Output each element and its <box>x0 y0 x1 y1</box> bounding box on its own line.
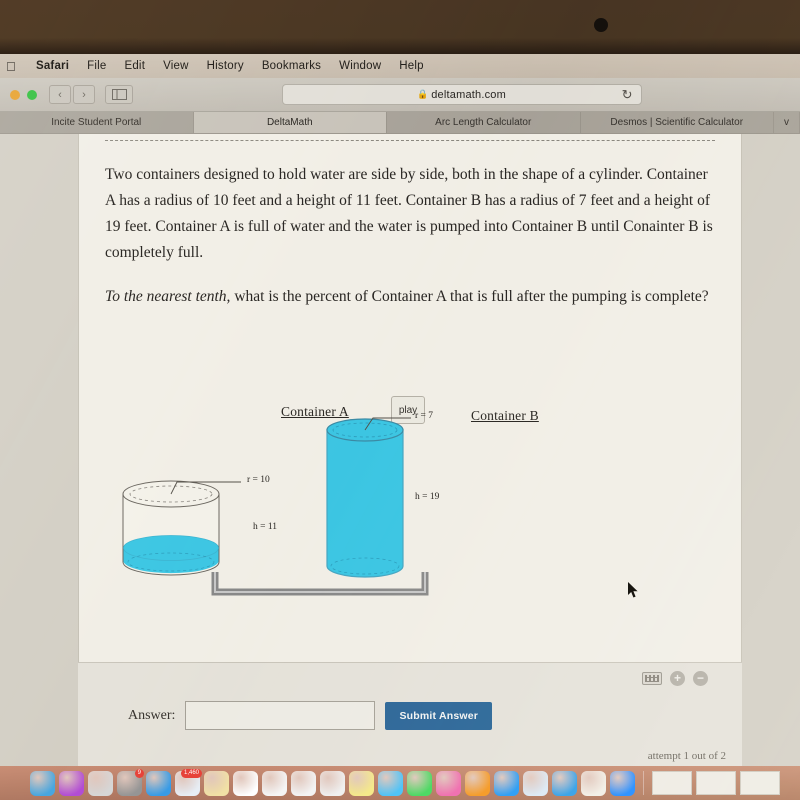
menu-item-safari[interactable]: Safari <box>36 60 69 72</box>
dock-icon-finder[interactable] <box>30 770 55 796</box>
minimize-window-button[interactable] <box>27 89 37 100</box>
question-text: Two containers designed to hold water ar… <box>105 162 719 328</box>
lock-icon: 🔒 <box>417 89 429 99</box>
tab-incite-student-portal[interactable]: Incite Student Portal <box>0 112 194 133</box>
tab-strip: Incite Student Portal DeltaMath Arc Leng… <box>0 112 800 134</box>
question-paragraph-2: To the nearest tenth, what is the percen… <box>105 284 719 310</box>
apple-logo-icon[interactable]:  <box>6 59 16 74</box>
macos-menubar:  Safari File Edit View History Bookmark… <box>0 54 800 78</box>
question-rest: what is the percent of Container A that … <box>230 288 709 305</box>
container-b-shape <box>326 418 404 578</box>
dock-icon-system-preferences[interactable]: 9 <box>117 768 144 796</box>
zoom-out-button[interactable]: − <box>693 671 708 686</box>
webcam-dot <box>594 18 608 32</box>
dock-icon-siri[interactable] <box>59 770 84 796</box>
navigation-buttons: ‹ › <box>49 85 95 104</box>
back-button[interactable]: ‹ <box>49 85 71 104</box>
dock-icon-safari[interactable] <box>146 770 171 796</box>
tab-desmos-scientific-calculator[interactable]: Desmos | Scientific Calculator <box>580 112 774 133</box>
macos-dock: 9 1,460 <box>0 766 800 800</box>
dock-icon-notes[interactable] <box>204 770 229 796</box>
answer-input[interactable] <box>185 701 376 730</box>
tab-arc-length-calculator[interactable]: Arc Length Calculator <box>387 112 581 133</box>
safari-toolbar: ‹ › 🔒 deltamath.com ↻ <box>0 78 800 112</box>
dock-icon-calendar[interactable] <box>233 770 258 796</box>
dock-icon-facetime[interactable] <box>407 770 432 796</box>
dock-minimized-window[interactable] <box>652 771 692 795</box>
container-a-shape <box>122 480 220 576</box>
answer-bar: + − Answer: Submit Answer attempt 1 out … <box>78 662 742 766</box>
keyboard-icon[interactable] <box>642 672 662 685</box>
question-emphasis: To the nearest tenth, <box>105 288 231 305</box>
dock-badge: 9 <box>134 768 144 778</box>
b-radius-label: r = 7 <box>415 411 434 421</box>
dock-icon-reminders[interactable] <box>262 770 287 796</box>
menu-item-view[interactable]: View <box>163 60 189 72</box>
dock-minimized-window[interactable] <box>740 771 780 795</box>
dock-icon-photos[interactable] <box>291 770 316 796</box>
dock-badge: 1,460 <box>180 768 202 778</box>
address-bar[interactable]: 🔒 deltamath.com ↻ <box>281 84 642 105</box>
dock-icon-contacts[interactable] <box>320 770 345 796</box>
dock-separator <box>643 771 644 795</box>
tab-deltamath[interactable]: DeltaMath <box>193 112 387 133</box>
laptop-photo:  Safari File Edit View History Bookmark… <box>0 0 800 800</box>
url-text: deltamath.com <box>431 88 506 101</box>
cylinder-diagram: Container A play Container B r = 10 h = … <box>105 396 719 646</box>
sidebar-toggle-button[interactable] <box>105 85 133 104</box>
menu-item-bookmarks[interactable]: Bookmarks <box>262 60 321 72</box>
dock-icon-ibooks[interactable] <box>465 770 490 796</box>
attempt-counter: attempt 1 out of 2 <box>647 750 726 762</box>
close-window-button[interactable] <box>10 89 20 100</box>
a-radius-label: r = 10 <box>247 475 270 485</box>
dock-icon-zoom-app[interactable] <box>610 770 635 796</box>
reload-icon[interactable]: ↻ <box>622 87 633 103</box>
dock-icon-app-store[interactable] <box>494 770 519 796</box>
submit-answer-button[interactable]: Submit Answer <box>385 701 493 730</box>
dock-icon-mail[interactable]: 1,460 <box>175 768 202 796</box>
menu-item-window[interactable]: Window <box>339 60 381 72</box>
forward-button[interactable]: › <box>73 85 95 104</box>
b-height-label: h = 19 <box>415 492 440 502</box>
menu-item-edit[interactable]: Edit <box>124 60 145 72</box>
dock-icon-messages[interactable] <box>378 770 403 796</box>
menu-item-help[interactable]: Help <box>399 60 423 72</box>
pipe <box>211 572 429 596</box>
question-paragraph-1: Two containers designed to hold water ar… <box>105 166 713 261</box>
tab-overflow[interactable]: v <box>774 112 800 133</box>
dock-minimized-window[interactable] <box>696 771 736 795</box>
zoom-in-button[interactable]: + <box>670 671 685 686</box>
laptop-bezel-top <box>0 0 800 54</box>
deltamath-page: Two containers designed to hold water ar… <box>0 134 800 766</box>
dock-icon-keynote[interactable] <box>552 770 577 796</box>
window-controls <box>10 89 37 100</box>
dock-icon-launchpad[interactable] <box>88 770 113 796</box>
panel-divider <box>105 140 715 141</box>
sidebar-icon <box>111 89 127 100</box>
dock-icon-itunes[interactable] <box>436 770 461 796</box>
answer-tools: + − <box>642 671 708 686</box>
menu-item-file[interactable]: File <box>87 60 106 72</box>
dock-icon-pages[interactable] <box>581 770 606 796</box>
laptop-screen:  Safari File Edit View History Bookmark… <box>0 54 800 766</box>
answer-row: Answer: Submit Answer <box>128 701 493 730</box>
dock-icon-stickies[interactable] <box>349 770 374 796</box>
containers-svg <box>122 417 429 596</box>
a-height-label: h = 11 <box>253 522 278 532</box>
answer-label: Answer: <box>128 707 176 723</box>
dock-icon-preview[interactable] <box>523 770 548 796</box>
menu-item-history[interactable]: History <box>207 60 244 72</box>
